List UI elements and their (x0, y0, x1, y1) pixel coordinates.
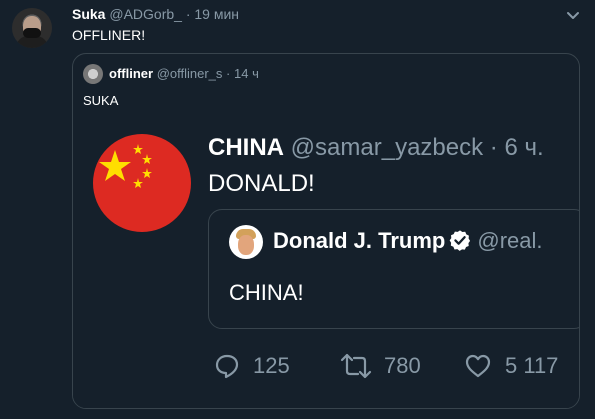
tweet-text: OFFLINER! (72, 27, 146, 43)
embedded-author-name[interactable]: CHINA (208, 134, 284, 161)
quote-separator: · (226, 66, 231, 81)
avatar[interactable] (12, 8, 52, 48)
like-icon (465, 354, 491, 378)
separator: · (185, 6, 191, 22)
avatar-mask (23, 28, 41, 38)
retweet-button[interactable]: 780 (340, 352, 421, 380)
avatar-face (238, 235, 254, 255)
quote-avatar[interactable] (83, 64, 103, 84)
embedded-text: DONALD! (208, 170, 315, 197)
inner-header: Donald J. Trump @real. (273, 228, 543, 254)
china-flag-icon (99, 144, 152, 188)
quote-header: offliner @offliner_s · 14 ч (109, 66, 259, 81)
verified-icon (450, 230, 471, 251)
author-handle[interactable]: @ADGorb_ (109, 6, 182, 22)
retweet-count: 780 (384, 353, 421, 378)
inner-text: CHINA! (229, 280, 304, 305)
reply-button[interactable]: 125 (213, 352, 290, 380)
inner-avatar[interactable] (229, 225, 263, 259)
tweet-time[interactable]: 19 мин (194, 6, 239, 22)
author-name[interactable]: Suka (72, 6, 105, 22)
inner-author-handle[interactable]: @real. (477, 228, 542, 253)
quote-time[interactable]: 14 ч (234, 66, 259, 81)
china-flag-avatar[interactable] (93, 134, 191, 232)
reply-count: 125 (253, 353, 290, 378)
inner-author-name[interactable]: Donald J. Trump (273, 228, 445, 253)
embedded-time[interactable]: 6 ч. (504, 134, 543, 161)
chevron-down-icon[interactable] (566, 8, 580, 22)
inner-quote-card[interactable]: Donald J. Trump @real. CHINA! (208, 209, 579, 329)
embedded-author-handle[interactable]: @samar_yazbeck (291, 134, 483, 161)
embedded-tweet-image[interactable]: CHINA @samar_yazbeck · 6 ч. DONALD! Dona… (73, 114, 579, 408)
like-button[interactable]: 5 117 (463, 352, 558, 380)
quote-tweet-card[interactable]: offliner @offliner_s · 14 ч SUKA CHINA @… (72, 53, 580, 409)
quote-text: SUKA (83, 93, 119, 108)
reply-icon (215, 354, 239, 379)
quote-author-name[interactable]: offliner (109, 66, 153, 81)
tweet-header: Suka @ADGorb_ · 19 мин (72, 6, 239, 22)
like-count: 5 117 (505, 353, 559, 378)
quote-author-handle[interactable]: @offliner_s (157, 66, 223, 81)
retweet-icon (340, 353, 372, 379)
embedded-header: CHINA @samar_yazbeck · 6 ч. (208, 134, 544, 162)
embedded-separator: · (489, 134, 498, 161)
